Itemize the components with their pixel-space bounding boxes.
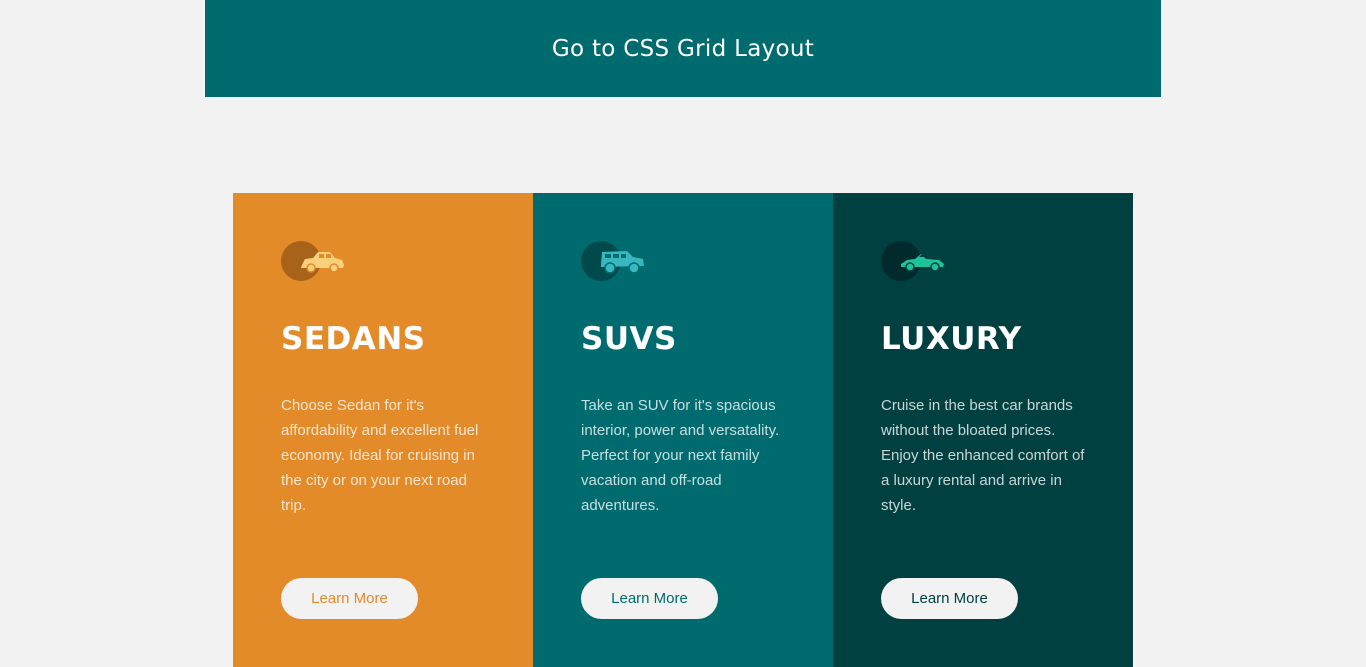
css-grid-layout-link[interactable]: Go to CSS Grid Layout [205,0,1161,97]
card-title: SUVS [581,321,677,357]
learn-more-button[interactable]: Learn More [581,578,718,619]
card-suvs: SUVS Take an SUV for it's spacious inter… [533,193,833,667]
card-description: Choose Sedan for it's affordability and … [281,397,479,514]
learn-more-button[interactable]: Learn More [281,578,418,619]
card-luxury: LUXURY Cruise in the best car brands wit… [833,193,1133,667]
car-category-cards: SEDANS Choose Sedan for it's affordabili… [233,193,1133,667]
learn-more-button[interactable]: Learn More [881,578,1018,619]
card-description: Take an SUV for it's spacious interior, … [581,397,780,514]
css-grid-layout-link-label: Go to CSS Grid Layout [551,35,815,62]
card-title: SEDANS [281,321,426,357]
luxury-car-icon [881,241,951,281]
sedan-car-icon [281,241,351,281]
card-title: LUXURY [881,321,1022,357]
card-description: Cruise in the best car brands without th… [881,397,1085,514]
suv-car-icon [581,241,651,281]
card-sedans: SEDANS Choose Sedan for it's affordabili… [233,193,533,667]
